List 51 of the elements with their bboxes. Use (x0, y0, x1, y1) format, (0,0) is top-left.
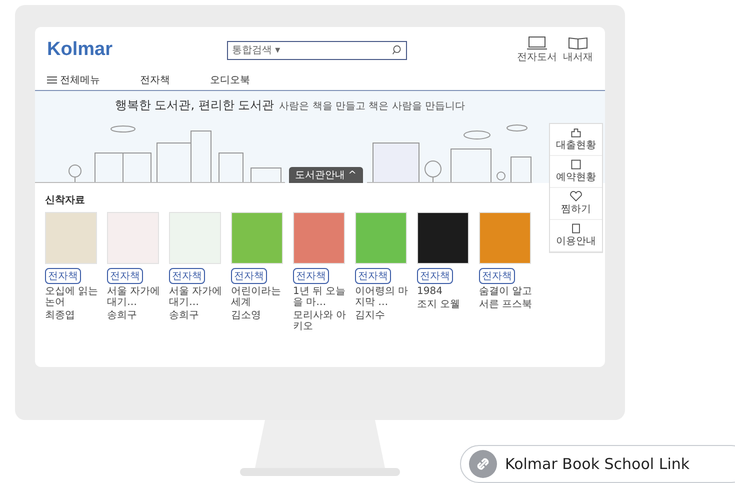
nav-item[interactable]: 오디오북 (210, 73, 250, 87)
book-author: 조지 오웰 (417, 299, 462, 310)
book-author: 최종엽 (45, 310, 76, 321)
ebook-tag: 전자책 (293, 268, 329, 284)
ebook-tag: 전자책 (417, 268, 453, 284)
search-scope[interactable]: 통합검색 ▾ (232, 43, 280, 57)
book-title[interactable]: 1년 뒤 오늘을 마… (293, 286, 351, 308)
ebook-tag: 전자책 (355, 268, 391, 284)
book-title[interactable]: 이어령의 마지막 … (355, 286, 413, 308)
book-icon (568, 36, 588, 50)
section-title: 신착자료 (45, 195, 85, 206)
book-title[interactable]: 숨결이 알고 (479, 286, 537, 297)
book-author: 서른 프스북 (479, 299, 534, 310)
book-title[interactable]: 서울 자가에 대기… (169, 286, 227, 308)
document-icon (570, 223, 582, 234)
book-author: 송희구 (169, 310, 200, 321)
quick-menu-item[interactable]: 찜하기 (550, 188, 602, 220)
book-title[interactable]: 1984 (417, 286, 475, 297)
link-icon (469, 450, 497, 478)
ebook-tag: 전자책 (107, 268, 143, 284)
book-title[interactable]: 서울 자가에 대기… (107, 286, 165, 308)
ebook-tag: 전자책 (479, 268, 515, 284)
banner-headline: 행복한 도서관, 편리한 도서관 (114, 97, 274, 114)
banner-tagline: 사람은 책을 만들고 책은 사람을 만듭니다 (279, 100, 466, 113)
building-icon (570, 127, 582, 138)
school-link-button[interactable]: Kolmar Book School Link (460, 445, 735, 483)
ebook-tag: 전자책 (231, 268, 267, 284)
book-author: 김소영 (231, 310, 262, 321)
card-icon (570, 159, 582, 170)
quick-menu-item[interactable]: 예약현황 (550, 156, 602, 188)
library-info-button[interactable]: 도서관안내 ^ (289, 167, 363, 183)
book-author: 모리사와 아키오 (293, 310, 348, 332)
quick-menu-item[interactable]: 이용안내 (550, 220, 602, 252)
nav-item[interactable]: 전자책 (140, 73, 170, 87)
heart-icon (570, 191, 582, 202)
book-title[interactable]: 어린이라는 세계 (231, 286, 289, 308)
menu-icon (47, 76, 57, 84)
ebook-tag: 전자책 (169, 268, 205, 284)
header-link[interactable]: 전자도서 (517, 36, 557, 64)
ebook-tag: 전자책 (45, 268, 81, 284)
book-author: 김지수 (355, 310, 386, 321)
nav-item[interactable]: 전체메뉴 (47, 73, 100, 87)
search-icon[interactable] (392, 45, 402, 55)
search-field[interactable]: 통합검색 ▾ (227, 40, 407, 60)
site-logo[interactable]: Kolmar (47, 39, 227, 61)
book-cover[interactable] (417, 212, 469, 264)
book-author: 송희구 (107, 310, 138, 321)
header-link[interactable]: 내서재 (563, 36, 593, 64)
laptop-icon (527, 36, 547, 50)
book-title[interactable]: 오십에 읽는 논어 (45, 286, 103, 308)
quick-menu-item[interactable]: 대출현황 (550, 124, 602, 156)
